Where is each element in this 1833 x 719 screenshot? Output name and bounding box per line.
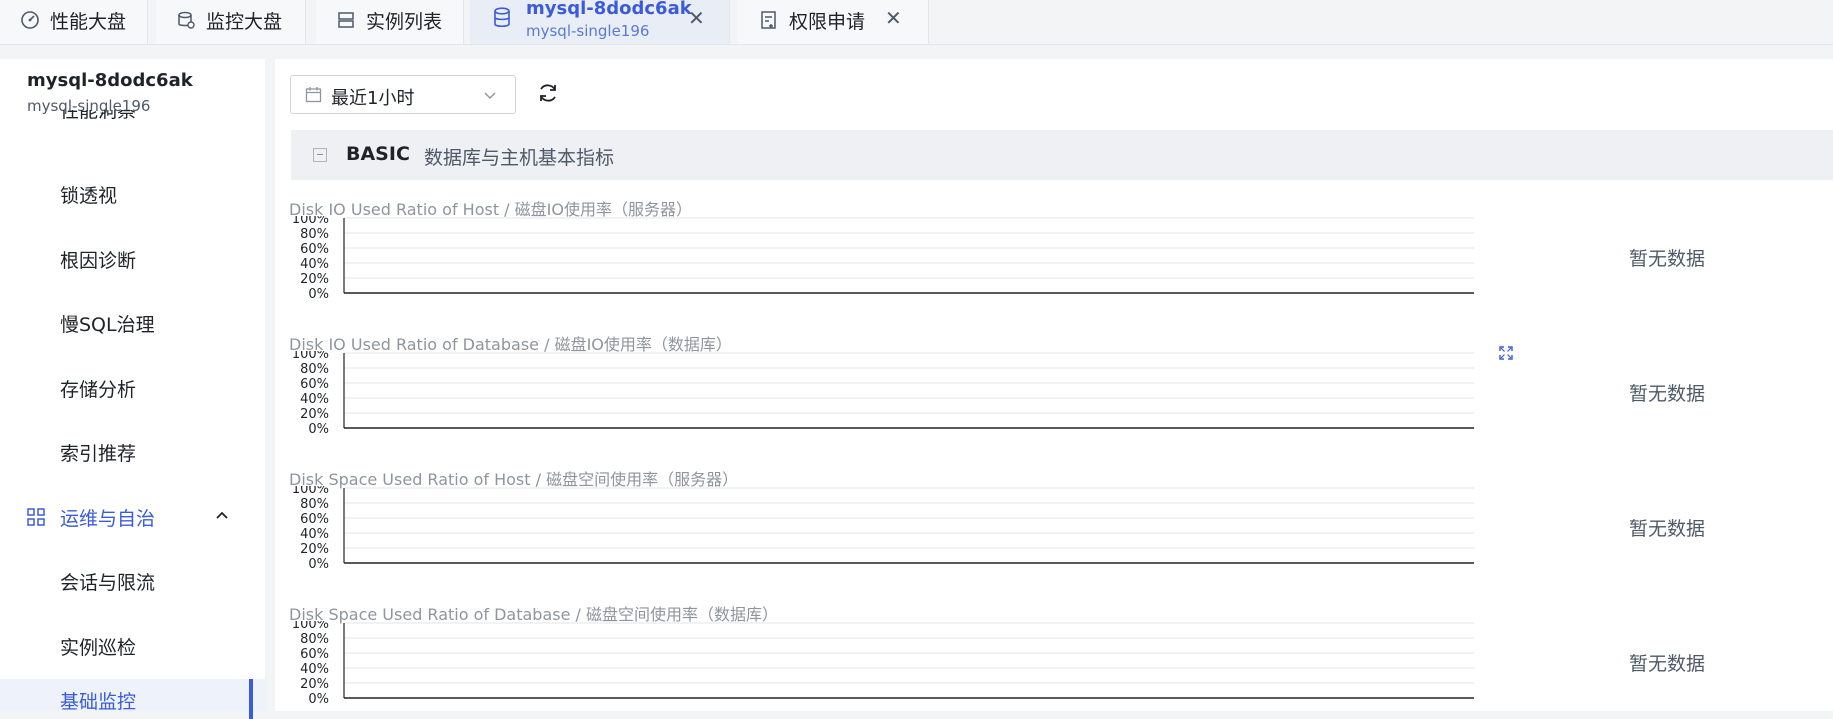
sidebar-item-partial[interactable]: 性能洞察: [0, 110, 265, 124]
sidebar-item-sessions[interactable]: 会话与限流: [0, 560, 265, 600]
monitor-db-icon: [174, 8, 198, 32]
expand-icon[interactable]: [1498, 345, 1514, 361]
y-tick-label: 20%: [300, 272, 329, 287]
permission-form-icon: [757, 8, 781, 32]
tab-monitor-dashboard[interactable]: 监控大盘: [156, 0, 306, 44]
tab-label: 监控大盘: [206, 11, 283, 33]
y-tick-label: 100%: [292, 486, 329, 497]
y-tick-label: 100%: [292, 621, 329, 632]
sidebar-item-slow-sql[interactable]: 慢SQL治理: [0, 302, 265, 342]
server-list-icon: [334, 8, 358, 32]
y-tick-label: 60%: [300, 242, 329, 257]
y-tick-label: 20%: [300, 542, 329, 557]
chart-panel: Disk Space Used Ratio of Host / 磁盘空间使用率（…: [289, 466, 1833, 581]
sidebar-item-storage-analysis[interactable]: 存储分析: [0, 367, 265, 407]
y-tick-label: 60%: [300, 647, 329, 662]
chart-plot: 100%80%60%40%20%0%: [292, 621, 1474, 707]
refresh-icon[interactable]: [537, 82, 559, 104]
chart-plot: 100%80%60%40%20%0%: [292, 216, 1474, 302]
time-range-select[interactable]: 最近1小时: [290, 75, 516, 114]
y-tick-label: 80%: [300, 227, 329, 242]
no-data-text: 暂无数据: [1629, 518, 1706, 540]
y-tick-label: 60%: [300, 377, 329, 392]
sidebar-group-ops[interactable]: 运维与自治: [0, 496, 265, 536]
y-tick-label: 40%: [300, 392, 329, 407]
y-tick-label: 100%: [292, 351, 329, 362]
no-data-text: 暂无数据: [1629, 383, 1706, 405]
y-tick-label: 80%: [300, 632, 329, 647]
tab-performance-dashboard[interactable]: 性能大盘: [0, 0, 148, 44]
tab-label: 实例列表: [366, 11, 443, 33]
y-tick-label: 40%: [300, 527, 329, 542]
close-icon[interactable]: ✕: [885, 6, 902, 30]
sidebar-item-label: 索引推荐: [60, 443, 137, 465]
dashboard-icon: [18, 8, 42, 32]
y-tick-label: 80%: [300, 362, 329, 377]
tab-mysql-instance[interactable]: mysql-8dodc6ak mysql-single196 ✕: [470, 0, 730, 44]
chevron-down-icon: [484, 92, 496, 99]
collapse-icon[interactable]: [313, 148, 327, 162]
no-data-text: 暂无数据: [1629, 653, 1706, 675]
y-tick-label: 0%: [308, 287, 329, 302]
tab-bar: 性能大盘 监控大盘 实例列表 mysql-8dodc6ak mysql-sing…: [0, 0, 1833, 45]
chart-panel: Disk IO Used Ratio of Database / 磁盘IO使用率…: [289, 331, 1833, 446]
chart-plot: 100%80%60%40%20%0%: [292, 486, 1474, 572]
sidebar-item-label: 根因诊断: [60, 250, 137, 272]
calendar-icon: [305, 87, 322, 103]
y-tick-label: 20%: [300, 677, 329, 692]
y-tick-label: 60%: [300, 512, 329, 527]
tab-instance-list[interactable]: 实例列表: [316, 0, 464, 44]
y-tick-label: 100%: [292, 216, 329, 227]
chevron-up-icon[interactable]: [214, 507, 230, 523]
sidebar-item-lock-view[interactable]: 锁透视: [0, 173, 265, 213]
instance-name: mysql-8dodc6ak: [27, 70, 193, 91]
no-data-text: 暂无数据: [1629, 248, 1706, 270]
y-tick-label: 0%: [308, 692, 329, 707]
selected-indicator: [249, 679, 253, 719]
tab-permission-request[interactable]: 权限申请 ✕: [737, 0, 929, 44]
sidebar-item-label: 会话与限流: [60, 572, 156, 594]
database-icon: [490, 6, 514, 30]
chart-panel: Disk Space Used Ratio of Database / 磁盘空间…: [289, 601, 1833, 711]
chart-plot: 100%80%60%40%20%0%: [292, 351, 1474, 437]
section-desc: 数据库与主机基本指标: [424, 147, 615, 169]
sidebar-group-label: 运维与自治: [60, 508, 156, 530]
time-range-value: 最近1小时: [331, 88, 415, 109]
y-tick-label: 20%: [300, 407, 329, 422]
y-tick-label: 0%: [308, 422, 329, 437]
sidebar-item-inspection[interactable]: 实例巡检: [0, 625, 265, 665]
tab-label: 性能大盘: [50, 11, 127, 33]
close-icon[interactable]: ✕: [688, 6, 705, 30]
y-tick-label: 40%: [300, 257, 329, 272]
y-tick-label: 40%: [300, 662, 329, 677]
tab-sublabel: mysql-single196: [526, 22, 650, 40]
sidebar-item-root-cause[interactable]: 根因诊断: [0, 238, 265, 278]
sidebar-item-label: 基础监控: [60, 691, 137, 711]
sidebar-item-label: 锁透视: [60, 185, 118, 207]
sidebar-item-label: 慢SQL治理: [60, 314, 155, 336]
sidebar-item-label: 实例巡检: [60, 637, 137, 659]
main-panel: 最近1小时 BASIC 数据库与主机基本指标 Disk IO Used Rati…: [275, 59, 1833, 711]
y-tick-label: 0%: [308, 557, 329, 572]
y-tick-label: 80%: [300, 497, 329, 512]
sidebar-item-label: 存储分析: [60, 379, 137, 401]
sidebar-item-index-advice[interactable]: 索引推荐: [0, 431, 265, 471]
sidebar: mysql-8dodc6ak mysql-single196 性能洞察 锁透视 …: [0, 59, 265, 711]
grid-icon: [27, 508, 45, 531]
chart-panel: Disk IO Used Ratio of Host / 磁盘IO使用率（服务器…: [289, 196, 1833, 311]
sidebar-item-basic-monitor[interactable]: 基础监控: [0, 679, 265, 711]
tab-label: 权限申请: [789, 11, 866, 33]
section-basic: BASIC 数据库与主机基本指标: [291, 130, 1833, 180]
tab-label: mysql-8dodc6ak: [526, 0, 692, 19]
section-title: BASIC: [346, 143, 410, 165]
